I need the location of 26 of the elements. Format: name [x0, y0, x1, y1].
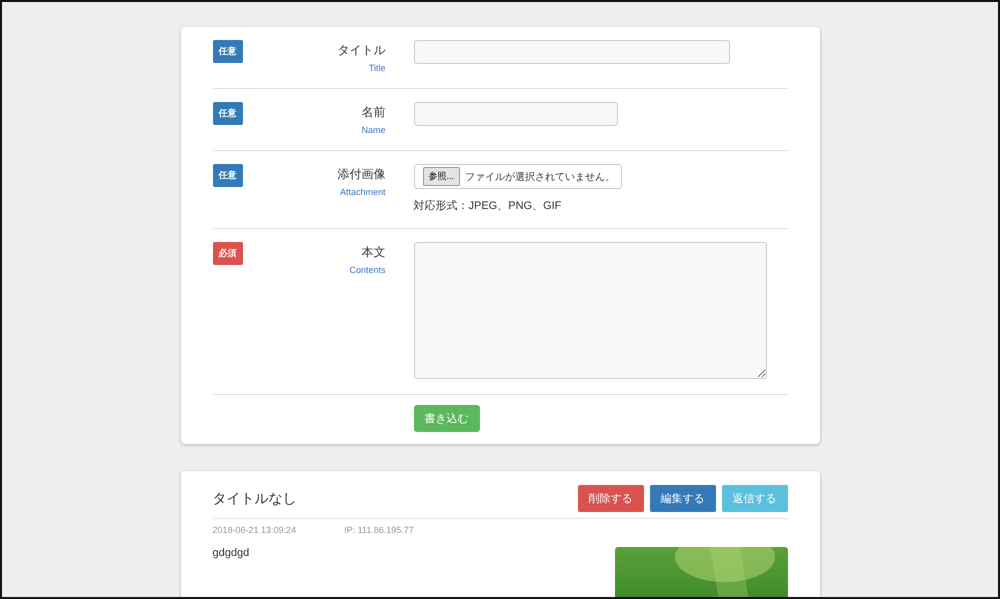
- badge: 必須: [212, 242, 242, 265]
- file-status: ファイルが選択されていません。: [465, 170, 616, 184]
- submit-button[interactable]: 書き込む: [414, 405, 480, 432]
- input-field[interactable]: [414, 40, 730, 64]
- field-label: 添付画像: [338, 166, 386, 183]
- browse-button[interactable]: 参照...: [422, 167, 460, 186]
- file-field[interactable]: 参照... ファイルが選択されていません。: [414, 164, 622, 189]
- field-sublabel: Title: [368, 63, 386, 73]
- field-sublabel: Contents: [349, 265, 386, 275]
- post-ip: IP: 111.86.195.77: [344, 525, 414, 535]
- post-body: gdgdgd: [212, 547, 250, 559]
- textarea-field[interactable]: [414, 242, 766, 379]
- post-title: タイトルなし: [212, 490, 296, 508]
- field-label: 名前: [362, 104, 386, 121]
- post-date: 2018-06-21 13:09:24: [212, 525, 296, 535]
- action-button[interactable]: 編集する: [650, 485, 716, 512]
- field-label: 本文: [362, 244, 386, 261]
- field-sublabel: Name: [361, 125, 386, 135]
- input-field[interactable]: [414, 102, 618, 126]
- field-sublabel: Attachment: [340, 187, 386, 197]
- action-button[interactable]: 削除する: [578, 485, 644, 512]
- field-label: タイトル: [338, 42, 386, 59]
- badge: 任意: [212, 102, 242, 125]
- format-note: 対応形式：JPEG、PNG、GIF: [414, 198, 562, 213]
- badge: 任意: [212, 164, 242, 187]
- badge: 任意: [212, 40, 242, 63]
